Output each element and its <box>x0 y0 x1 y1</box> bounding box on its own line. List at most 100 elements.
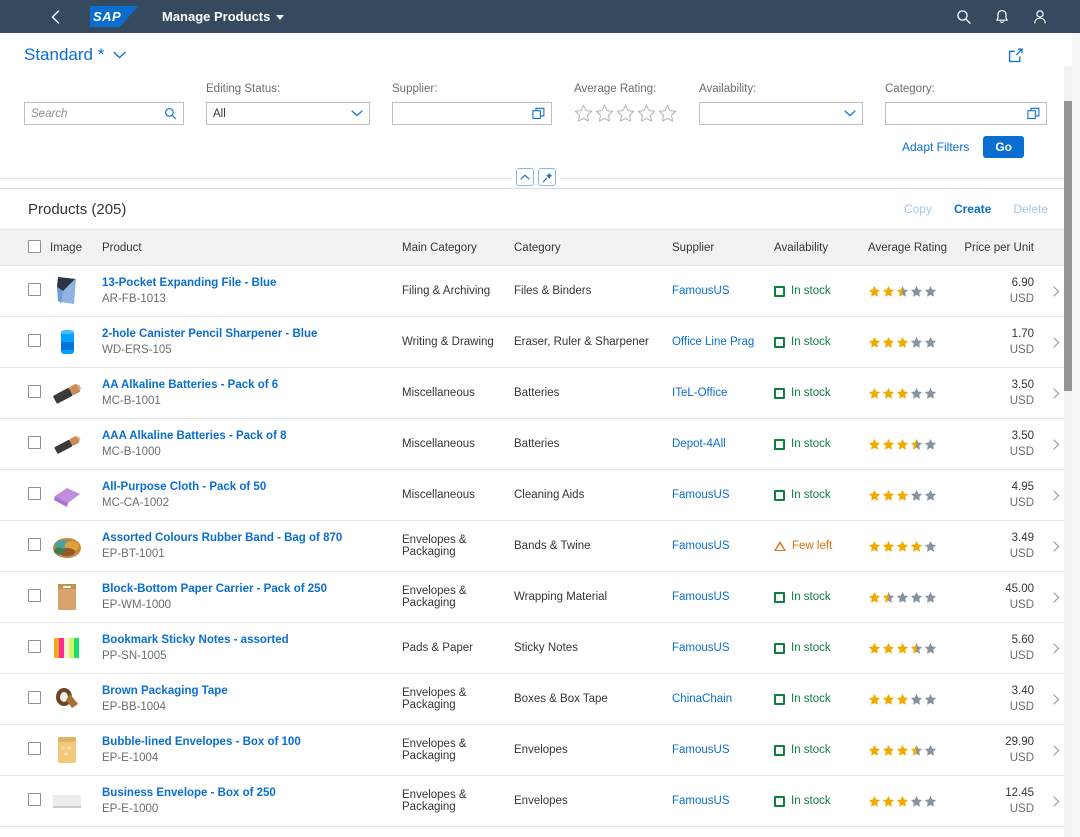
column-average-rating[interactable]: Average Rating <box>862 229 954 266</box>
pin-filters-button[interactable] <box>538 168 556 186</box>
editing-status-select[interactable]: All <box>206 102 370 125</box>
row-checkbox[interactable] <box>28 691 41 704</box>
row-navigate-button[interactable] <box>1046 285 1066 297</box>
row-checkbox[interactable] <box>28 385 41 398</box>
value-help-icon[interactable] <box>1027 107 1040 120</box>
supplier-link[interactable]: FamousUS <box>672 744 730 756</box>
supplier-input[interactable] <box>392 102 552 125</box>
row-navigate-button[interactable] <box>1046 438 1066 450</box>
page-scrollbar-thumb[interactable] <box>1064 101 1072 391</box>
column-availability[interactable]: Availability <box>768 229 862 266</box>
row-navigate-button[interactable] <box>1046 336 1066 348</box>
table-row[interactable]: 13-Pocket Expanding File - Blue AR-FB-101… <box>0 265 1072 317</box>
row-checkbox[interactable] <box>28 793 41 806</box>
row-navigate-button[interactable] <box>1046 642 1066 654</box>
supplier-link[interactable]: Office Line Prag <box>672 336 754 348</box>
supplier-link[interactable]: ITeL-Office <box>672 387 727 399</box>
user-icon[interactable] <box>1032 9 1048 25</box>
column-price-per-unit[interactable]: Price per Unit <box>954 229 1040 266</box>
value-help-icon[interactable] <box>532 107 545 120</box>
product-name-link[interactable]: Brown Packaging Tape <box>102 685 390 697</box>
back-button[interactable] <box>42 4 68 30</box>
column-main-category[interactable]: Main Category <box>396 229 508 266</box>
row-navigate-button[interactable] <box>1046 489 1066 501</box>
table-row[interactable]: Business Envelope - Box of 250 EP-E-1000 E… <box>0 775 1072 827</box>
product-name-link[interactable]: AAA Alkaline Batteries - Pack of 8 <box>102 430 390 442</box>
product-name-link[interactable]: All-Purpose Cloth - Pack of 50 <box>102 481 390 493</box>
select-all-checkbox[interactable] <box>28 239 41 253</box>
row-checkbox[interactable] <box>28 487 41 500</box>
row-checkbox[interactable] <box>28 538 41 551</box>
row-navigate-button[interactable] <box>1046 540 1066 552</box>
row-navigate-button[interactable] <box>1046 744 1066 756</box>
product-name-link[interactable]: 13-Pocket Expanding File - Blue <box>102 277 390 289</box>
adapt-filters-link[interactable]: Adapt Filters <box>902 140 969 154</box>
table-row[interactable]: Bubble-lined Envelopes - Box of 100 EP-E-… <box>0 724 1072 776</box>
row-navigate-button[interactable] <box>1046 591 1066 603</box>
app-title-menu[interactable]: Manage Products <box>162 9 285 24</box>
row-category: Sticky Notes <box>508 622 666 674</box>
row-checkbox[interactable] <box>28 283 41 296</box>
go-button[interactable]: Go <box>983 136 1024 158</box>
column-image[interactable]: Image <box>44 229 96 266</box>
variant-selector[interactable]: Standard * <box>24 45 126 65</box>
product-name-link[interactable]: Assorted Colours Rubber Band - Bag of 87… <box>102 532 390 544</box>
row-navigate-button[interactable] <box>1046 693 1066 705</box>
row-product-cell: 13-Pocket Expanding File - Blue AR-FB-101… <box>96 265 396 317</box>
table-row[interactable]: Business Envelopes with WindowsEnvelopes… <box>0 826 1072 837</box>
availability-select[interactable] <box>699 102 863 125</box>
page-scrollbar-track[interactable] <box>1064 66 1072 837</box>
search-icon[interactable] <box>956 9 972 25</box>
table-row[interactable]: Block-Bottom Paper Carrier - Pack of 250… <box>0 571 1072 623</box>
search-icon[interactable] <box>164 107 177 120</box>
rating-filter-stars[interactable] <box>574 102 677 125</box>
supplier-link[interactable]: FamousUS <box>672 642 730 654</box>
supplier-link[interactable]: FamousUS <box>672 591 730 603</box>
row-checkbox[interactable] <box>28 334 41 347</box>
product-name-link[interactable]: AA Alkaline Batteries - Pack of 6 <box>102 379 390 391</box>
supplier-link[interactable]: Depot-4All <box>672 438 726 450</box>
table-row[interactable]: AA Alkaline Batteries - Pack of 6 MC-B-10… <box>0 367 1072 419</box>
row-checkbox[interactable] <box>28 640 41 653</box>
product-name-link[interactable]: Block-Bottom Paper Carrier - Pack of 250 <box>102 583 390 595</box>
row-navigate-button[interactable] <box>1046 795 1066 807</box>
product-name-link[interactable]: Bookmark Sticky Notes - assorted <box>102 634 390 646</box>
search-input[interactable]: Search <box>24 102 184 125</box>
row-checkbox[interactable] <box>28 589 41 602</box>
delete-button[interactable]: Delete <box>1013 202 1048 216</box>
table-row[interactable]: 2-hole Canister Pencil Sharpener - Blue W… <box>0 316 1072 368</box>
sap-logo[interactable]: SAP <box>90 6 138 28</box>
supplier-link[interactable]: ChinaChain <box>672 693 732 705</box>
table-row[interactable]: Brown Packaging Tape EP-BB-1004 Envelopes … <box>0 673 1072 725</box>
row-checkbox[interactable] <box>28 436 41 449</box>
row-category: Boxes & Box Tape <box>508 673 666 725</box>
row-checkbox[interactable] <box>28 742 41 755</box>
table-row[interactable]: Bookmark Sticky Notes - assorted PP-SN-10… <box>0 622 1072 674</box>
supplier-link[interactable]: FamousUS <box>672 795 730 807</box>
row-average-rating <box>862 826 954 837</box>
product-name-link[interactable]: Bubble-lined Envelopes - Box of 100 <box>102 736 390 748</box>
product-thumbnail <box>50 682 90 716</box>
category-input[interactable] <box>885 102 1047 125</box>
supplier-link[interactable]: FamousUS <box>672 285 730 297</box>
chevron-down-icon[interactable] <box>351 110 363 117</box>
star-filled-icon <box>868 693 881 705</box>
column-supplier[interactable]: Supplier <box>666 229 768 266</box>
copy-button[interactable]: Copy <box>904 202 932 216</box>
table-row[interactable]: AAA Alkaline Batteries - Pack of 8 MC-B-1… <box>0 418 1072 470</box>
collapse-filters-button[interactable] <box>516 168 534 186</box>
row-navigate-button[interactable] <box>1046 387 1066 399</box>
supplier-link[interactable]: FamousUS <box>672 489 730 501</box>
product-name-link[interactable]: Business Envelope - Box of 250 <box>102 787 390 799</box>
product-name-link[interactable]: 2-hole Canister Pencil Sharpener - Blue <box>102 328 390 340</box>
create-button[interactable]: Create <box>954 202 991 216</box>
column-category[interactable]: Category <box>508 229 666 266</box>
product-sku: EP-WM-1000 <box>102 599 172 611</box>
supplier-link[interactable]: FamousUS <box>672 540 730 552</box>
bell-icon[interactable] <box>994 9 1010 25</box>
chevron-down-icon[interactable] <box>844 110 856 117</box>
column-product[interactable]: Product <box>96 229 396 266</box>
share-button[interactable] <box>1007 47 1048 64</box>
table-row[interactable]: All-Purpose Cloth - Pack of 50 MC-CA-1002… <box>0 469 1072 521</box>
table-row[interactable]: Assorted Colours Rubber Band - Bag of 87… <box>0 520 1072 572</box>
